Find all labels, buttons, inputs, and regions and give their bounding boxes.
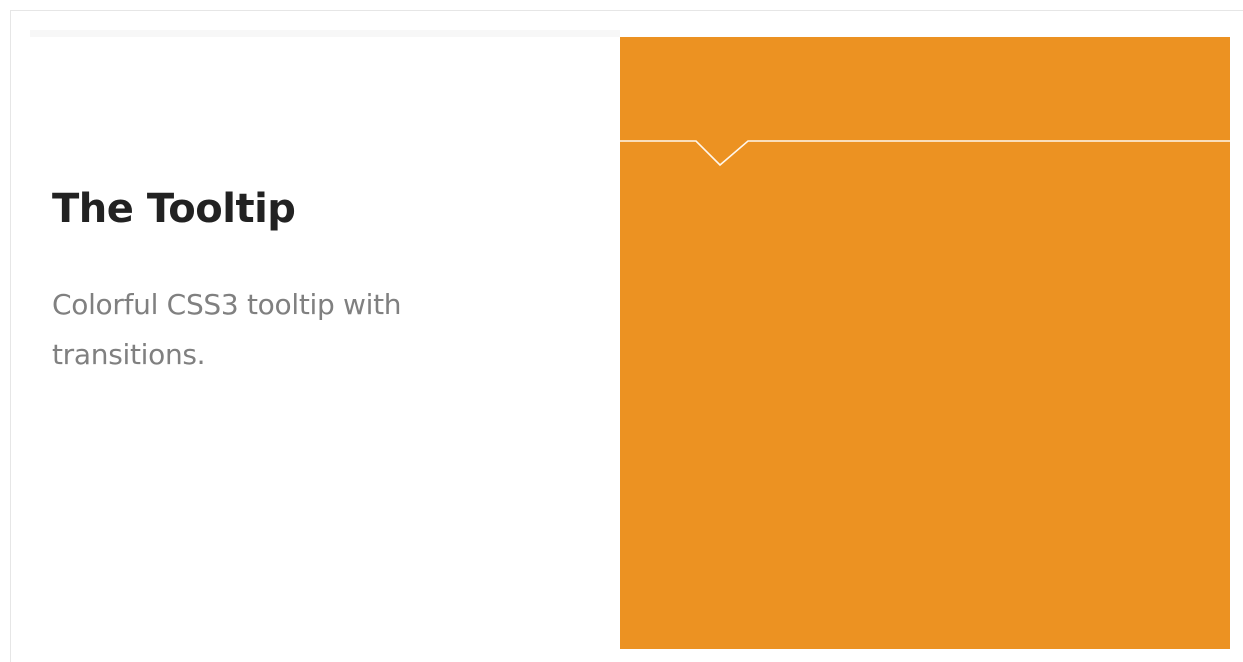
tooltip-demo-canvas (620, 37, 1230, 649)
card-title: The Tooltip (52, 186, 296, 232)
card-description: Colorful CSS3 tooltip with transitions. (52, 288, 402, 371)
tooltip-demo-panel[interactable] (620, 37, 1230, 649)
demo-background (620, 37, 1230, 649)
card-top-edge (30, 30, 620, 37)
